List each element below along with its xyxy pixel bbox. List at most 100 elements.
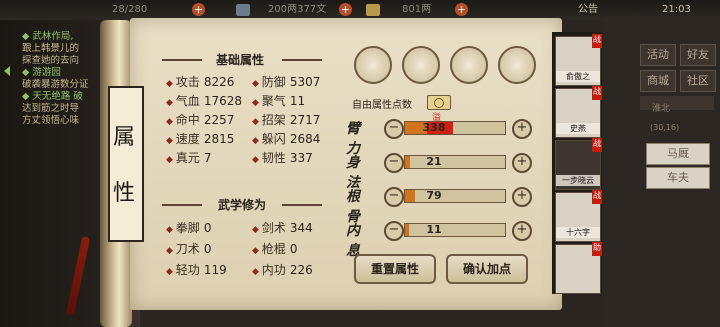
stat-label: 韧性 [261,151,286,165]
diamond-icon: ◆ [252,136,262,146]
stat-cell: ◆ 招架 2717 [252,109,320,128]
character-portrait-icon[interactable] [354,46,392,84]
party-member-name: 俞傲之 [556,71,600,82]
heading-divider [162,204,202,206]
silver-value: 200两377文 [268,4,327,15]
diamond-icon: ◆ [166,155,176,165]
diamond-icon: ◆ [252,246,262,256]
quest-list[interactable]: ◆ 武林作局, 跟上韩景儿的 探查她的去向 ◆ 游游园 破袭暴游数分证 ◆ 天无绝路… [22,31,89,127]
add-gold-button[interactable]: + [455,3,468,16]
friends-button[interactable]: 好友 [680,44,716,66]
stat-value: 0 [203,221,212,235]
diamond-icon: ◆ [166,98,176,108]
stat-value: 2684 [289,132,321,146]
location-name: 淮北 [652,104,671,114]
decrease-button[interactable]: − [384,187,404,207]
add-stamina-button[interactable]: + [192,3,205,16]
stat-label: 剑术 [261,221,286,235]
stat-label: 气血 [175,94,200,108]
title-char: 性 [112,181,135,206]
stable-button[interactable]: 马厩 [646,143,710,165]
stat-value: 11 [289,94,306,108]
stat-cell: ◆ 枪棍 0 [252,238,297,257]
scroll-book-icon[interactable] [402,46,440,84]
meditation-figure-icon[interactable] [498,46,536,84]
stat-cell: ◆ 躲闪 2684 [252,128,320,147]
heading-divider [282,204,322,206]
shop-button[interactable]: 商城 [640,70,676,92]
confirm-allocation-button[interactable]: 确认加点 [446,254,528,284]
stat-label: 真元 [175,151,200,165]
clock: 21:03 [662,4,691,15]
diamond-icon: ◆ [166,267,176,277]
stat-label: 内功 [261,263,286,277]
martial-heading: 武学修为 [218,198,267,212]
stat-label: 聚气 [261,94,286,108]
role-tag: 战 [592,138,602,152]
diamond-icon: ◆ [166,225,176,235]
diamond-icon: ◆ [252,225,262,235]
stat-value: 2717 [289,113,321,127]
add-silver-button[interactable]: + [339,3,352,16]
stat-cell: ◆ 攻击 8226 [166,71,234,90]
stat-label: 刀术 [175,242,200,256]
activity-button[interactable]: 活动 [640,44,676,66]
attribute-value: 79 [426,189,442,202]
stat-value: 119 [203,263,227,277]
yin-yang-icon[interactable] [450,46,488,84]
stat-value: 344 [289,221,313,235]
stat-cell: ◆ 防御 5307 [252,71,320,90]
stat-cell: ◆ 聚气 11 [252,90,305,109]
diamond-icon: ◆ [166,79,176,89]
coachman-button[interactable]: 车夫 [646,167,710,189]
location-bar: 淮北 (30,16) [640,96,714,132]
stat-cell: ◆ 速度 2815 [166,128,234,147]
stat-cell: ◆ 轻功 119 [166,259,227,278]
reset-attributes-button[interactable]: 重置属性 [354,254,436,284]
quest-line: 跟上韩景儿的 [22,43,80,54]
stat-cell: ◆ 气血 17628 [166,90,242,109]
diamond-icon: ◆ [166,246,176,256]
collapse-arrow-icon[interactable] [4,66,10,76]
stat-label: 拳脚 [175,221,200,235]
increase-button[interactable]: + [512,153,532,173]
announcement-button[interactable]: 公告 [578,0,598,20]
stat-value: 226 [289,263,313,277]
stat-value: 8226 [203,75,235,89]
basic-attributes-heading: 基础属性 [216,53,265,67]
stat-label: 枪棍 [261,242,286,256]
party-member-name: 史燕 [556,123,600,134]
stat-cell: ◆ 剑术 344 [252,217,313,236]
stat-label: 命中 [175,113,200,127]
community-button[interactable]: 社区 [680,70,716,92]
stat-value: 0 [203,242,212,256]
free-points-box [427,95,451,110]
location-coords: (30,16) [650,123,680,132]
stat-value: 0 [289,242,298,256]
decrease-button[interactable]: − [384,153,404,173]
diamond-icon: ◆ [252,79,262,89]
party-member-name: 十六字 [556,227,600,238]
stat-label: 速度 [175,132,200,146]
stat-cell: ◆ 韧性 337 [252,147,313,166]
role-tag: 助 [592,242,602,256]
increase-button[interactable]: + [512,187,532,207]
quest-line: ◆ 天无绝路 破 [22,91,83,102]
diamond-icon: ◆ [166,136,176,146]
attribute-value: 11 [426,223,442,236]
increase-button[interactable]: + [512,119,532,139]
decrease-button[interactable]: − [384,119,404,139]
gold-value: 801两 [402,4,432,15]
stat-label: 躲闪 [261,132,286,146]
stamina-value: 28/280 [112,4,148,15]
increase-button[interactable]: + [512,221,532,241]
stat-cell: ◆ 刀术 0 [166,238,211,257]
attribute-value: 21 [426,155,442,168]
stat-value: 2815 [203,132,235,146]
stat-label: 招架 [261,113,286,127]
role-tag: 战 [592,190,602,204]
stat-cell: ◆ 命中 2257 [166,109,234,128]
party-member-name: 一步晓云 [556,175,600,186]
decrease-button[interactable]: − [384,221,404,241]
top-status-bar: 28/280 + 200两377文 + 801两 + 公告 21:03 [0,0,720,20]
